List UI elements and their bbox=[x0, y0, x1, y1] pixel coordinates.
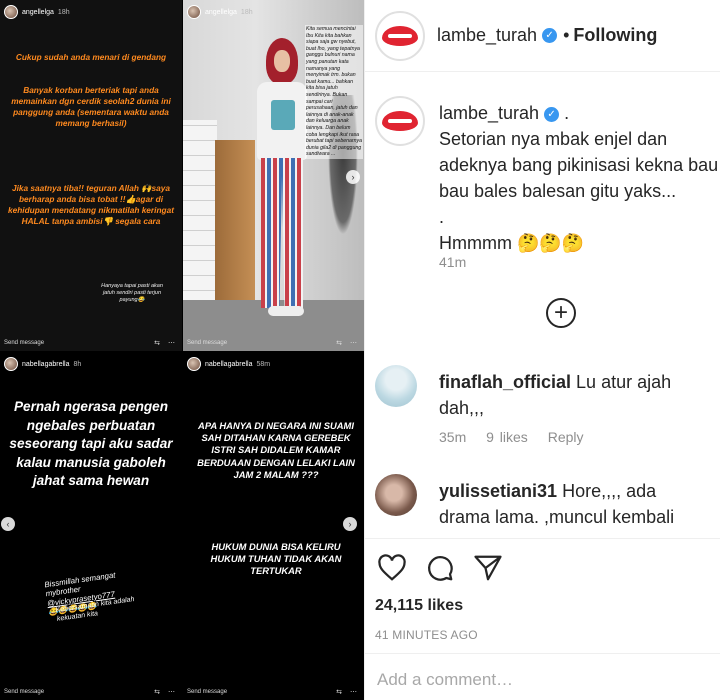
post-panel: lambe_turah ✓ • Following lambe_turah ✓ .… bbox=[364, 0, 720, 700]
avatar[interactable] bbox=[4, 357, 18, 371]
story-username[interactable]: nabellagabrella bbox=[205, 361, 252, 368]
story-text: HUKUM DUNIA BISA KELIRU HUKUM TUHAN TIDA… bbox=[210, 541, 342, 577]
story-text: Pernah ngerasa pengen ngebales perbuatan… bbox=[9, 399, 173, 488]
story-footer: Send message ⇆ ⋯ bbox=[183, 335, 364, 351]
story-username[interactable]: nabellagabrella bbox=[22, 361, 69, 368]
send-message-input[interactable]: Send message bbox=[187, 340, 227, 346]
comment-icon[interactable] bbox=[425, 553, 455, 583]
avatar[interactable] bbox=[375, 96, 425, 146]
story-header: nabellagabrella 58m bbox=[183, 352, 364, 376]
story-username[interactable]: angellelga bbox=[205, 9, 237, 16]
action-icons bbox=[377, 553, 503, 583]
post-timestamp: 41 MINUTES AGO bbox=[375, 628, 478, 642]
avatar[interactable] bbox=[375, 474, 417, 516]
send-message-input[interactable]: Send message bbox=[4, 340, 44, 346]
caption-timestamp: 41m bbox=[439, 254, 467, 270]
story-header: nabellagabrella 8h bbox=[0, 352, 182, 376]
caption-body: Setorian nya mbak enjel dan adeknya bang… bbox=[439, 129, 719, 201]
story-time: 18h bbox=[57, 8, 70, 16]
photo-person-shoes bbox=[268, 306, 304, 316]
more-icon[interactable]: ⋯ bbox=[350, 340, 360, 347]
story-time: 18h bbox=[240, 8, 253, 16]
lips-logo-icon bbox=[382, 25, 418, 46]
story-4[interactable]: nabellagabrella 58m › Send message ⇆ ⋯ bbox=[183, 352, 364, 700]
caption-line: . bbox=[559, 103, 570, 123]
story-time: 8h bbox=[73, 360, 82, 368]
avatar[interactable] bbox=[187, 5, 201, 19]
share-icon[interactable] bbox=[473, 553, 503, 583]
comment-likes[interactable]: 9 likes bbox=[486, 429, 528, 445]
caption-hmm: Hmmmm 🤔🤔🤔 bbox=[439, 233, 585, 253]
comment-username[interactable]: finaflah_official bbox=[439, 372, 571, 392]
story-header: angellelga 18h bbox=[0, 0, 182, 24]
story-small-text: Hanyaya tapai pasti akan jatuh sendiri p… bbox=[101, 283, 163, 303]
reaction-icon[interactable]: ⇆ bbox=[154, 340, 163, 347]
photo-person-print bbox=[271, 100, 295, 130]
reply-button[interactable]: Reply bbox=[548, 429, 584, 445]
send-message-input[interactable]: Send message bbox=[4, 689, 44, 695]
more-icon[interactable]: ⋯ bbox=[350, 689, 360, 696]
story-text: APA HANYA DI NEGARA INI SUAMI SAH DITAHA… bbox=[197, 420, 355, 480]
add-comment-bar: Add a comment… bbox=[365, 653, 720, 700]
story-1[interactable]: angellelga 18h Cukup sudah anda menari d… bbox=[0, 0, 182, 351]
heart-icon[interactable] bbox=[377, 553, 407, 583]
verified-badge-icon: ✓ bbox=[544, 106, 560, 122]
more-icon[interactable]: ⋯ bbox=[168, 340, 178, 347]
comment-time: 35m bbox=[439, 429, 467, 445]
comment-meta: 35m 9 likes Reply bbox=[439, 429, 598, 445]
comment-username[interactable]: yulissetiani31 bbox=[439, 481, 557, 501]
more-icon[interactable]: ⋯ bbox=[168, 689, 178, 696]
story-2[interactable]: Kita semua mencintai Ibu Kita kita bahka… bbox=[183, 0, 364, 351]
story-username[interactable]: angellelga bbox=[22, 9, 54, 16]
stories-grid: angellelga 18h Cukup sudah anda menari d… bbox=[0, 0, 364, 700]
like-count[interactable]: 24,115 likes bbox=[375, 597, 463, 615]
add-comment-input[interactable]: Add a comment… bbox=[377, 670, 513, 690]
reaction-icon[interactable]: ⇆ bbox=[336, 340, 345, 347]
story-footer: Send message ⇆ ⋯ bbox=[0, 684, 182, 700]
photo-person-face bbox=[274, 50, 290, 72]
story-text: Jika saatnya tiba!! teguran Allah 🙌saya … bbox=[8, 183, 174, 226]
story-text: Banyak korban berteriak tapi anda memain… bbox=[11, 85, 171, 128]
lips-logo-icon bbox=[382, 111, 418, 131]
reaction-icon[interactable]: ⇆ bbox=[154, 689, 163, 696]
send-message-input[interactable]: Send message bbox=[187, 689, 227, 695]
avatar[interactable] bbox=[375, 365, 417, 407]
post-actions: 24,115 likes 41 MINUTES AGO Add a commen… bbox=[365, 538, 720, 700]
story-overlay-text: Kita semua mencintai Ibu Kita kita bahka… bbox=[305, 25, 363, 159]
verified-badge-icon: ✓ bbox=[542, 28, 558, 43]
story-text: Cukup sudah anda menari di gendang bbox=[15, 52, 167, 62]
avatar[interactable] bbox=[4, 5, 18, 19]
story-footer: Send message ⇆ ⋯ bbox=[0, 335, 182, 351]
next-arrow-icon[interactable]: › bbox=[346, 170, 360, 184]
post-username[interactable]: lambe_turah bbox=[437, 25, 537, 46]
caption-text: lambe_turah ✓ . Setorian nya mbak enjel d… bbox=[439, 100, 720, 256]
reaction-icon[interactable]: ⇆ bbox=[336, 689, 345, 696]
caption-dot: . bbox=[439, 207, 445, 227]
load-more-comments-icon[interactable]: + bbox=[546, 298, 576, 328]
story-footer: Send message ⇆ ⋯ bbox=[183, 684, 364, 700]
separator-dot: • bbox=[563, 25, 570, 45]
caption-username[interactable]: lambe_turah bbox=[439, 103, 539, 123]
story-time: 58m bbox=[256, 360, 271, 368]
following-button[interactable]: Following bbox=[573, 25, 657, 46]
avatar[interactable] bbox=[375, 10, 425, 61]
next-arrow-icon[interactable]: › bbox=[343, 517, 357, 531]
prev-arrow-icon[interactable]: ‹ bbox=[1, 517, 15, 531]
story-header: angellelga 18h bbox=[183, 0, 364, 24]
post-header: lambe_turah ✓ • Following bbox=[365, 0, 720, 72]
avatar[interactable] bbox=[187, 357, 201, 371]
